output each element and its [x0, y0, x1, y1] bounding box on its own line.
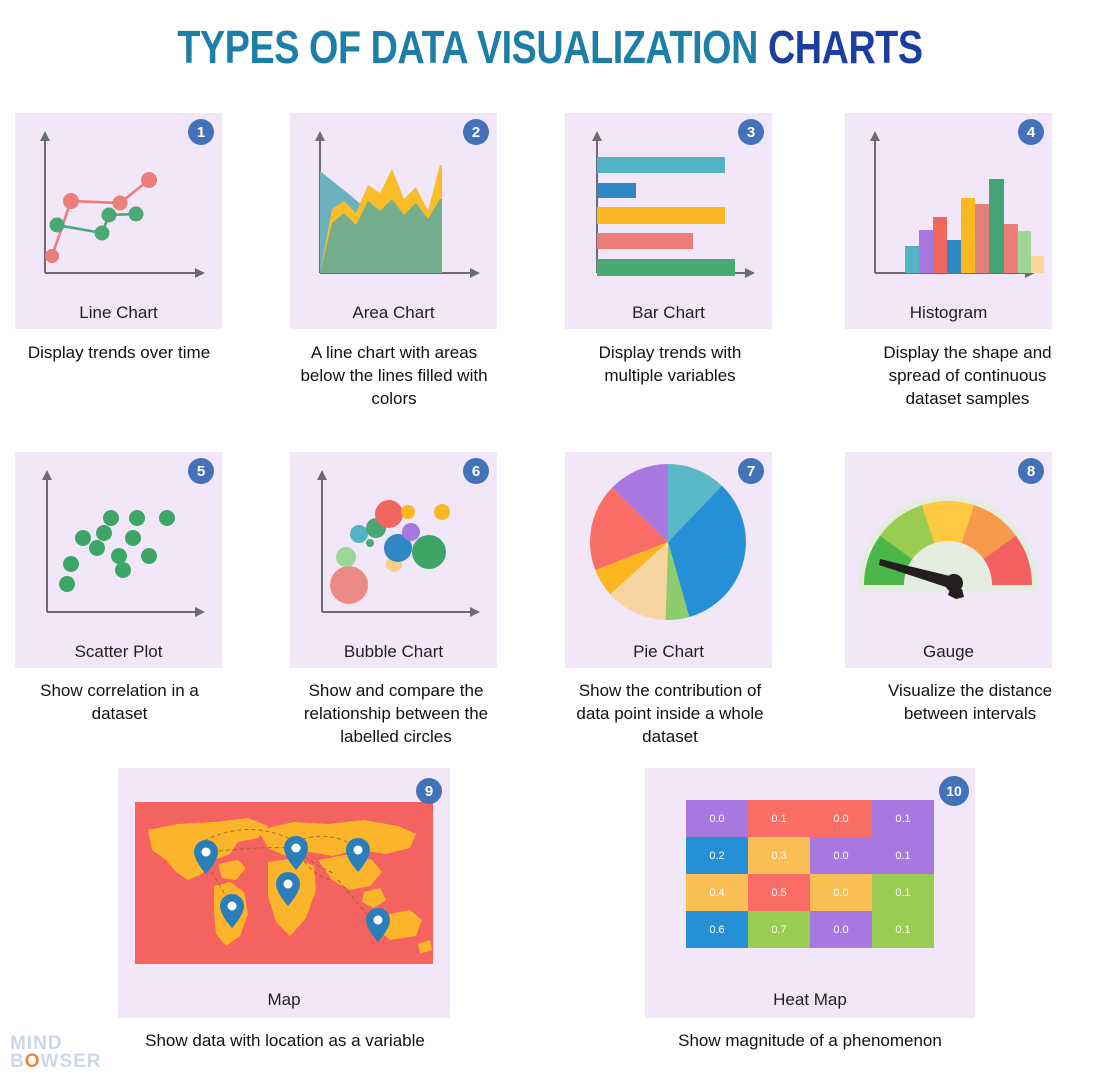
card-caption-3: Display trends with multiple variables — [598, 343, 742, 385]
card-area-chart[interactable]: 2 Area Chart — [290, 113, 497, 329]
card-pie-chart[interactable]: 7 Pie Chart — [565, 452, 772, 668]
card-line-chart[interactable]: 1 Line Chart — [15, 113, 222, 329]
logo-line-2: BOWSER — [10, 1050, 102, 1072]
bar-series — [597, 157, 735, 276]
card-caption-4: Display the shape and spread of continuo… — [883, 343, 1052, 408]
logo-b: B — [10, 1050, 25, 1072]
card-badge-6: 6 — [463, 458, 489, 484]
card-label-3: Bar Chart — [632, 303, 705, 322]
card-badge-3: 3 — [738, 119, 764, 145]
heat-map-cell[interactable]: 0.0 — [686, 800, 748, 837]
card-label-4: Histogram — [909, 303, 988, 322]
card-badge-10: 10 — [939, 776, 969, 806]
scatter-points — [59, 510, 175, 592]
bubbles — [330, 500, 450, 604]
axes — [596, 135, 751, 274]
card-scatter-plot[interactable]: 5 Scatter Plot — [15, 452, 222, 668]
card-badge-9: 9 — [416, 778, 442, 804]
x-axis-arrow — [195, 607, 205, 617]
pie-slices — [590, 464, 746, 620]
card-bar-chart[interactable]: 3 Bar Chart — [565, 113, 772, 329]
map-figure — [118, 768, 450, 976]
heat-map-cell[interactable]: 0.2 — [686, 837, 748, 874]
card-caption-5: Show correlation in a dataset — [40, 681, 199, 723]
page-title-part1: TYPES OF DATA VISUALIZATION — [177, 21, 768, 73]
heat-map-cell[interactable]: 0.6 — [686, 911, 748, 948]
heat-map-cell[interactable]: 0.1 — [872, 911, 934, 948]
card-label-5: Scatter Plot — [74, 642, 163, 661]
card-label-7: Pie Chart — [633, 642, 704, 661]
y-axis-arrow — [317, 470, 327, 480]
logo-wser: WSER — [40, 1050, 102, 1072]
card-label-6: Bubble Chart — [343, 642, 444, 661]
gauge-arcs — [858, 495, 1038, 599]
card-badge-2: 2 — [463, 119, 489, 145]
logo-o: O — [24, 1050, 41, 1072]
y-axis-arrow — [592, 131, 602, 141]
x-axis-arrow — [470, 607, 480, 617]
card-map[interactable]: 9 Map — [118, 768, 450, 1018]
card-label-9: Map — [267, 990, 301, 1009]
heat-map-grid: 0.0 0.1 0.0 0.1 0.2 0.3 0.0 0.1 0.4 0.5 0.0 0.1 0.6 0… — [686, 800, 934, 948]
card-caption-10: Show magnitude of a phenomenon — [678, 1031, 942, 1050]
x-axis-arrow — [745, 268, 755, 278]
card-label-10: Heat Map — [773, 990, 847, 1009]
line-points-green — [49, 206, 144, 241]
page-title-part2: CHARTS — [767, 21, 923, 73]
card-badge-7: 7 — [738, 458, 764, 484]
map-svg — [135, 802, 433, 964]
heat-map-cell[interactable]: 0.4 — [686, 874, 748, 911]
card-label-8: Gauge — [922, 642, 975, 661]
x-axis-arrow — [470, 268, 480, 278]
heat-map-figure: 0.0 0.1 0.0 0.1 0.2 0.3 0.0 0.1 0.4 0.5 0.0 0.1 0.6 0… — [645, 768, 975, 976]
heat-map-cell[interactable]: 0.0 — [810, 874, 872, 911]
heat-map-cell[interactable]: 0.0 — [810, 837, 872, 874]
y-axis-arrow — [315, 131, 325, 141]
heat-map-cell[interactable]: 0.1 — [872, 800, 934, 837]
card-caption-1: Display trends over time — [27, 343, 211, 362]
y-axis-arrow — [42, 470, 52, 480]
card-label-2: Area Chart — [352, 303, 435, 322]
card-caption-7: Show the contribution of data point insi… — [576, 681, 764, 746]
y-axis-arrow — [40, 131, 50, 141]
card-histogram[interactable]: 4 Histogram — [845, 113, 1052, 329]
x-axis-arrow — [195, 268, 205, 278]
card-badge-4: 4 — [1018, 119, 1044, 145]
card-caption-6: Show and compare the relationship betwee… — [303, 681, 489, 746]
card-badge-8: 8 — [1018, 458, 1044, 484]
card-heat-map[interactable]: 0.0 0.1 0.0 0.1 0.2 0.3 0.0 0.1 0.4 0.5 0.0 0.1 0.6 0… — [645, 768, 975, 1018]
heat-map-cell[interactable]: 0.3 — [748, 837, 810, 874]
heat-map-cell[interactable]: 0.5 — [748, 874, 810, 911]
card-caption-2: A line chart with areas below the lines … — [300, 343, 488, 408]
card-badge-1: 1 — [188, 119, 214, 145]
card-label-1: Line Chart — [79, 303, 158, 322]
heat-map-cell[interactable]: 0.1 — [748, 800, 810, 837]
heat-map-cell[interactable]: 0.7 — [748, 911, 810, 948]
card-badge-5: 5 — [188, 458, 214, 484]
card-gauge[interactable]: 8 Gauge — [845, 452, 1052, 668]
card-bubble-chart[interactable]: 6 Bubble Chart — [290, 452, 497, 668]
brand-logo: MIND BOWSER — [10, 1034, 102, 1072]
heat-map-cell[interactable]: 0.0 — [810, 911, 872, 948]
histogram-bars — [905, 179, 1044, 273]
heat-map-cell[interactable]: 0.1 — [872, 874, 934, 911]
card-caption-9: Show data with location as a variable — [145, 1031, 425, 1050]
page-title: TYPES OF DATA VISUALIZATION CHARTS — [99, 24, 1001, 70]
heat-map-cell[interactable]: 0.1 — [872, 837, 934, 874]
y-axis-arrow — [870, 131, 880, 141]
card-caption-8: Visualize the distance between intervals — [887, 681, 1053, 723]
heat-map-cell[interactable]: 0.0 — [810, 800, 872, 837]
